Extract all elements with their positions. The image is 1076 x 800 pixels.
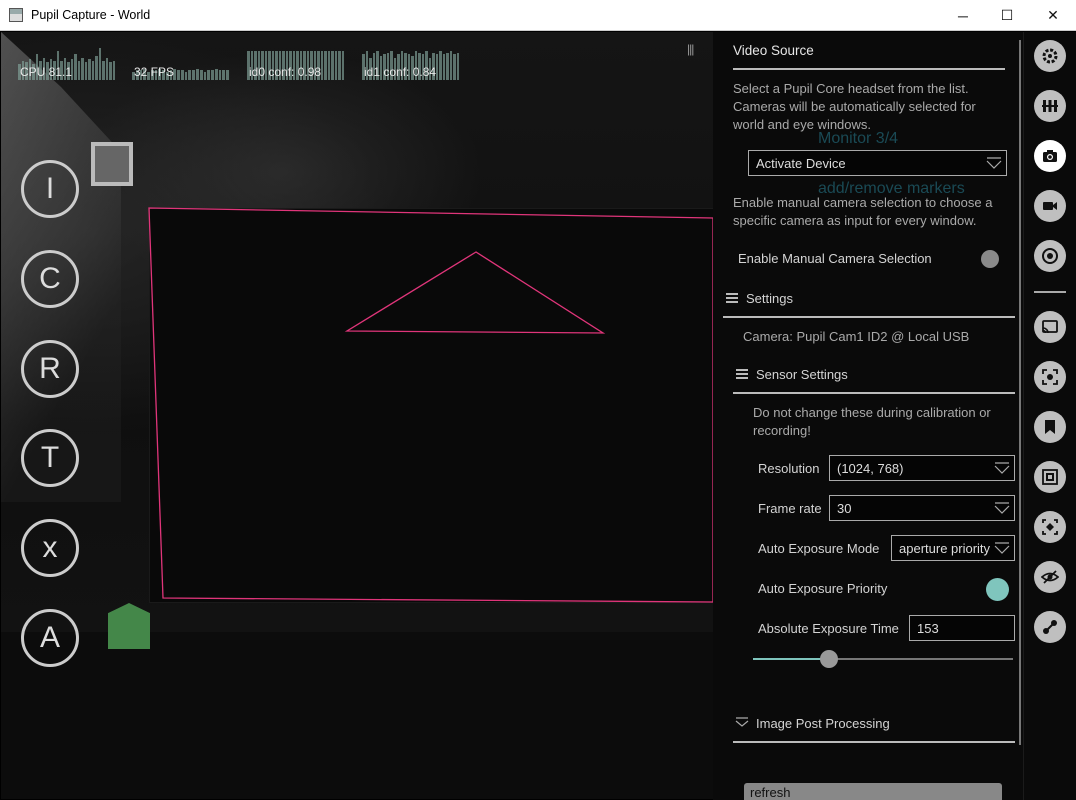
settings-title: Settings <box>746 291 793 306</box>
dropdown-arrow-icon <box>986 157 1002 169</box>
resolution-value: (1024, 768) <box>837 461 904 476</box>
surface-orientation-triangle <box>344 251 606 334</box>
icon-bar-separator <box>1034 291 1066 293</box>
auto-exposure-priority-label: Auto Exposure Priority <box>758 581 888 596</box>
resolution-select[interactable]: (1024, 768) <box>829 455 1015 481</box>
cast-icon[interactable] <box>1034 311 1066 343</box>
auto-exposure-priority-toggle[interactable] <box>986 578 1009 601</box>
video-source-description: Select a Pupil Core headset from the lis… <box>733 81 976 132</box>
manual-camera-label: Enable Manual Camera Selection <box>738 251 932 266</box>
eye-cameras-icon[interactable] <box>1034 90 1066 122</box>
activate-device-select[interactable]: Activate Device <box>748 150 1007 176</box>
image-post-processing-title: Image Post Processing <box>756 716 890 731</box>
sensor-warning: Do not change these during calibration o… <box>753 405 991 438</box>
network-icon[interactable] <box>1034 611 1066 643</box>
dropdown-arrow-icon <box>994 462 1010 474</box>
framerate-select[interactable]: 30 <box>829 495 1015 521</box>
app-icon <box>9 8 23 22</box>
video-camera-icon[interactable] <box>1034 190 1066 222</box>
surface-outline <box>148 207 713 603</box>
section-divider <box>733 68 1005 70</box>
section-divider <box>733 392 1015 394</box>
exposure-slider-fill <box>753 658 829 660</box>
record-target-icon[interactable] <box>1034 240 1066 272</box>
settings-menu-icon[interactable] <box>726 293 738 303</box>
camera-icon[interactable] <box>1034 140 1066 172</box>
bookmark-icon[interactable] <box>1034 411 1066 443</box>
maximize-button[interactable]: ☐ <box>984 0 1030 31</box>
activate-device-value: Activate Device <box>756 156 846 171</box>
absolute-exposure-input[interactable]: 153 <box>909 615 1015 641</box>
window-titlebar: Pupil Capture - World ─ ☐ ✕ <box>0 0 1076 31</box>
blink-icon[interactable] <box>1034 561 1066 593</box>
sidebar-scrollbar[interactable] <box>1019 40 1021 745</box>
auto-exposure-mode-label: Auto Exposure Mode <box>758 541 880 556</box>
section-divider <box>733 741 1015 743</box>
screen-capture-icon[interactable] <box>1034 361 1066 393</box>
absolute-exposure-label: Absolute Exposure Time <box>758 621 899 636</box>
surface-tracker-icon[interactable] <box>1034 461 1066 493</box>
auto-exposure-mode-value: aperture priority <box>899 541 991 556</box>
framerate-value: 30 <box>837 501 852 516</box>
manual-camera-toggle[interactable] <box>981 250 999 268</box>
dropdown-arrow-icon <box>994 542 1010 554</box>
sensor-settings-title: Sensor Settings <box>756 367 848 382</box>
refresh-button[interactable]: refresh <box>744 783 1002 800</box>
fixation-icon[interactable] <box>1034 511 1066 543</box>
gear-icon[interactable] <box>1034 40 1066 72</box>
dropdown-arrow-icon <box>994 502 1010 514</box>
window-title: Pupil Capture - World <box>31 8 151 22</box>
resolution-label: Resolution <box>758 461 820 476</box>
close-button[interactable]: ✕ <box>1030 0 1076 31</box>
collapse-arrow-icon[interactable] <box>735 717 749 727</box>
surface-overlay <box>148 207 713 603</box>
exposure-slider-handle[interactable] <box>820 650 838 668</box>
camera-info: Camera: Pupil Cam1 ID2 @ Local USB <box>743 329 970 344</box>
framerate-label: Frame rate <box>758 501 822 516</box>
sensor-settings-menu-icon[interactable] <box>736 369 748 379</box>
manual-selection-description: Enable manual camera selection to choose… <box>733 195 993 228</box>
auto-exposure-mode-select[interactable]: aperture priority <box>891 535 1015 561</box>
section-divider <box>723 316 1015 318</box>
video-source-title: Video Source <box>733 43 814 58</box>
minimize-button[interactable]: ─ <box>940 0 986 31</box>
background-monitor-text: Monitor 3/4 <box>818 130 899 147</box>
world-camera-view[interactable]: CPU 81.1 32 FPS id0 conf: 0.98 id1 conf:… <box>1 32 713 799</box>
